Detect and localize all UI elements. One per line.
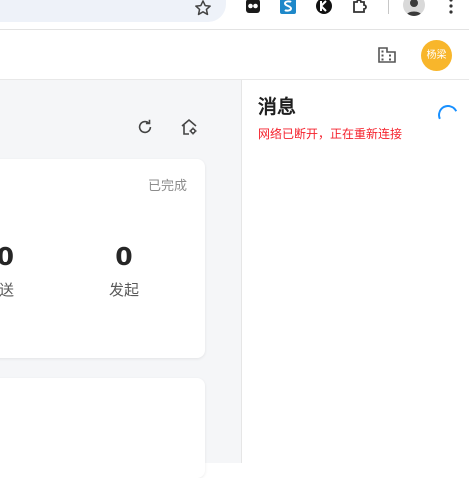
app-header: 杨梁 <box>0 30 469 80</box>
stat-sent[interactable]: 0 送 <box>0 241 14 300</box>
browser-toolbar <box>0 0 469 30</box>
kebab-menu-icon[interactable] <box>446 0 456 15</box>
secondary-card <box>0 378 205 478</box>
messages-title: 消息 <box>258 96 297 118</box>
stat-initiated[interactable]: 0 发起 <box>101 241 147 300</box>
messages-panel: 消息 网络已断开，正在重新连接 <box>241 80 469 463</box>
building-icon[interactable] <box>377 44 397 64</box>
extension-icon-1[interactable] <box>243 0 263 16</box>
stat-value: 0 <box>0 242 14 271</box>
extension-icon-3[interactable] <box>314 0 334 16</box>
connection-error-text: 网络已断开，正在重新连接 <box>258 127 403 141</box>
extension-icon-2[interactable] <box>278 0 298 16</box>
star-icon[interactable] <box>193 0 213 18</box>
home-settings-icon[interactable] <box>179 117 199 137</box>
loading-spinner-icon <box>435 102 461 128</box>
status-label: 已完成 <box>147 179 187 194</box>
refresh-icon[interactable] <box>136 118 154 136</box>
puzzle-extensions-icon[interactable] <box>350 0 370 16</box>
stat-value: 0 <box>115 242 133 271</box>
stat-label: 发起 <box>108 281 139 299</box>
stat-label: 送 <box>0 281 14 299</box>
summary-card: 已完成 0 送 0 发起 <box>0 159 205 358</box>
toolbar-divider <box>388 0 389 14</box>
main-content: 已完成 0 送 0 发起 <box>0 80 241 478</box>
profile-avatar[interactable] <box>403 0 425 16</box>
user-avatar[interactable]: 杨梁 <box>421 40 452 71</box>
